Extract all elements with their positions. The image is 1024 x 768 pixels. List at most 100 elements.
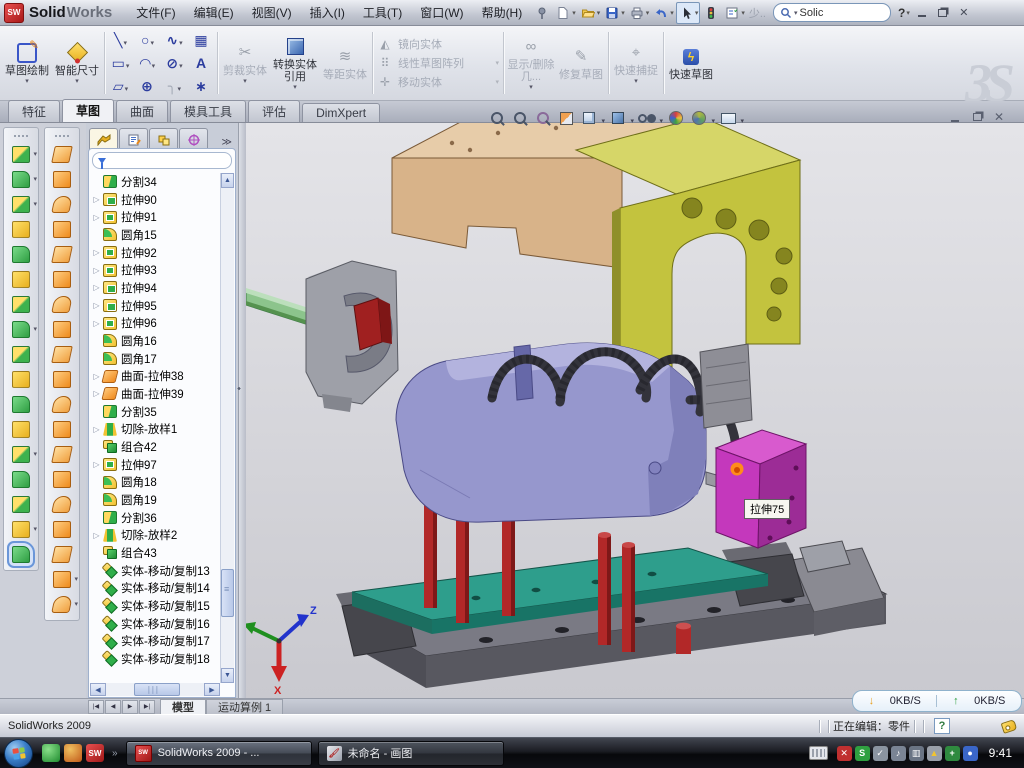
ribbon-tab[interactable]: 特征: [8, 100, 60, 122]
line-tool[interactable]: ╲: [107, 29, 134, 52]
quick-launch-solidworks-icon[interactable]: SW: [86, 744, 104, 762]
toolbar-overflow-label[interactable]: 少..: [749, 5, 766, 21]
convert-entities-button[interactable]: 转换实体引用▾: [270, 34, 320, 93]
helix-spiral-tool[interactable]: [4, 517, 38, 542]
ribbon-tab[interactable]: 模具工具: [170, 100, 246, 122]
mirror-entities-button[interactable]: ◭ 镜向实体: [377, 36, 499, 52]
tree-item[interactable]: 拉伸93: [91, 261, 220, 279]
tree-item[interactable]: 拉伸96: [91, 314, 220, 332]
tree-item[interactable]: 圆角16: [91, 332, 220, 350]
network-tray-icon[interactable]: ▥: [909, 746, 924, 761]
tree-item[interactable]: 圆角15: [91, 226, 220, 244]
sketch-text-tool[interactable]: A: [188, 52, 215, 75]
warning-tray-icon[interactable]: ▲: [927, 746, 942, 761]
fillet-tool[interactable]: [4, 192, 38, 217]
doc-restore-button[interactable]: [970, 110, 984, 124]
last-tab-button[interactable]: ▶|: [139, 700, 155, 714]
help-button[interactable]: ?: [898, 6, 905, 20]
surface-spline-tool[interactable]: [45, 567, 79, 592]
arc-tool[interactable]: ◠: [134, 52, 161, 75]
ruled-surface-tool[interactable]: [45, 367, 79, 392]
parting-surface-tool[interactable]: [45, 217, 79, 242]
ellipse-tool[interactable]: ⊘: [161, 52, 188, 75]
undo-dropdown[interactable]: ▾: [670, 9, 674, 17]
expand-arrow-icon[interactable]: [91, 301, 102, 310]
first-tab-button[interactable]: |◀: [88, 700, 104, 714]
expand-arrow-icon[interactable]: [91, 389, 102, 398]
save-dropdown[interactable]: ▾: [621, 9, 625, 17]
tree-item[interactable]: 分割36: [91, 509, 220, 527]
linear-sketch-pattern-button[interactable]: ⠿ 线性草图阵列▾: [377, 55, 499, 71]
instant3d-tool[interactable]: [4, 542, 38, 567]
rib-tool[interactable]: [4, 342, 38, 367]
feature-manager-tab[interactable]: [89, 128, 118, 150]
options-dropdown[interactable]: ▾: [741, 9, 745, 17]
graphics-area[interactable]: Y Z X: [246, 123, 1024, 698]
scroll-left-button[interactable]: ◀: [90, 683, 106, 696]
search-input[interactable]: Solic: [799, 7, 823, 19]
slot-tool[interactable]: ▱: [107, 75, 134, 98]
start-button[interactable]: [4, 739, 33, 768]
shut-off-surface-tool[interactable]: [45, 192, 79, 217]
configuration-manager-tab[interactable]: [149, 128, 178, 150]
new-dropdown[interactable]: ▾: [572, 9, 576, 17]
print-icon[interactable]: [627, 3, 647, 23]
antivirus-tray-icon[interactable]: S: [855, 746, 870, 761]
magnify-icon[interactable]: [534, 109, 553, 127]
expand-arrow-icon[interactable]: [91, 372, 102, 381]
keyboard-tray-icon[interactable]: [809, 746, 828, 760]
smart-dimension-button[interactable]: 智能尺寸▾: [52, 40, 102, 87]
volume-tray-icon[interactable]: ♪: [891, 746, 906, 761]
tree-item[interactable]: 组合42: [91, 438, 220, 456]
combine-tool[interactable]: [4, 392, 38, 417]
split-tool[interactable]: [4, 367, 38, 392]
locating-ring-part[interactable]: [306, 261, 398, 412]
prev-tab-button[interactable]: ◀: [105, 700, 121, 714]
offset-entities-button[interactable]: ≋ 等距实体: [320, 44, 370, 83]
menu-item[interactable]: 窗口(W): [411, 1, 472, 24]
extruded-boss-tool[interactable]: [4, 142, 38, 167]
radiate-surface-tool[interactable]: [45, 342, 79, 367]
pin-icon[interactable]: [532, 3, 552, 23]
new-document-icon[interactable]: [553, 3, 573, 23]
tree-item[interactable]: 实体-移动/复制14: [91, 579, 220, 597]
expand-arrow-icon[interactable]: [91, 213, 102, 222]
tree-item[interactable]: 拉伸97: [91, 456, 220, 474]
key-update-tray-icon[interactable]: ✓: [873, 746, 888, 761]
tree-horizontal-scrollbar[interactable]: ◀ ▶: [90, 683, 220, 696]
close-button[interactable]: ✕: [954, 5, 974, 21]
quick-launch-media-icon[interactable]: [64, 744, 82, 762]
menu-item[interactable]: 工具(T): [354, 1, 411, 24]
tree-item[interactable]: 圆角17: [91, 350, 220, 368]
tree-item[interactable]: 实体-移动/复制17: [91, 632, 220, 650]
expand-arrow-icon[interactable]: [91, 425, 102, 434]
display-style-icon[interactable]: [609, 109, 634, 127]
open-icon[interactable]: [578, 3, 598, 23]
quick-launch-messenger-icon[interactable]: [42, 744, 60, 762]
ribbon-tab[interactable]: 评估: [248, 100, 300, 122]
help-dropdown[interactable]: ▾: [906, 9, 910, 17]
tags-icon[interactable]: [1001, 719, 1018, 734]
model-tab[interactable]: 模型: [160, 699, 206, 715]
tree-item[interactable]: 拉伸90: [91, 191, 220, 209]
chamfer-tool[interactable]: [4, 217, 38, 242]
point-tool[interactable]: ∗: [188, 75, 215, 98]
zoom-fit-icon[interactable]: [488, 109, 507, 127]
tree-item[interactable]: 曲面-拉伸39: [91, 385, 220, 403]
quick-launch-overflow[interactable]: »: [112, 748, 118, 759]
sketch-pattern-tool[interactable]: ▦: [188, 29, 215, 52]
filled-surface-tool[interactable]: [45, 392, 79, 417]
tree-item[interactable]: 拉伸92: [91, 244, 220, 262]
sketch-button[interactable]: 草图绘制▾: [2, 40, 52, 87]
curve-through-points-tool[interactable]: [4, 442, 38, 467]
insert-block-part[interactable]: [716, 430, 806, 548]
view-settings-icon[interactable]: [719, 109, 744, 127]
tree-item[interactable]: 曲面-拉伸38: [91, 367, 220, 385]
extend-surface-tool[interactable]: [45, 442, 79, 467]
extruded-cut-tool[interactable]: [4, 167, 38, 192]
select-dropdown[interactable]: ▾: [695, 9, 699, 17]
section-view-icon[interactable]: [557, 109, 576, 127]
selection-filter-icon[interactable]: [701, 3, 721, 23]
scroll-down-button[interactable]: ▼: [221, 668, 234, 683]
print-dropdown[interactable]: ▾: [646, 9, 650, 17]
